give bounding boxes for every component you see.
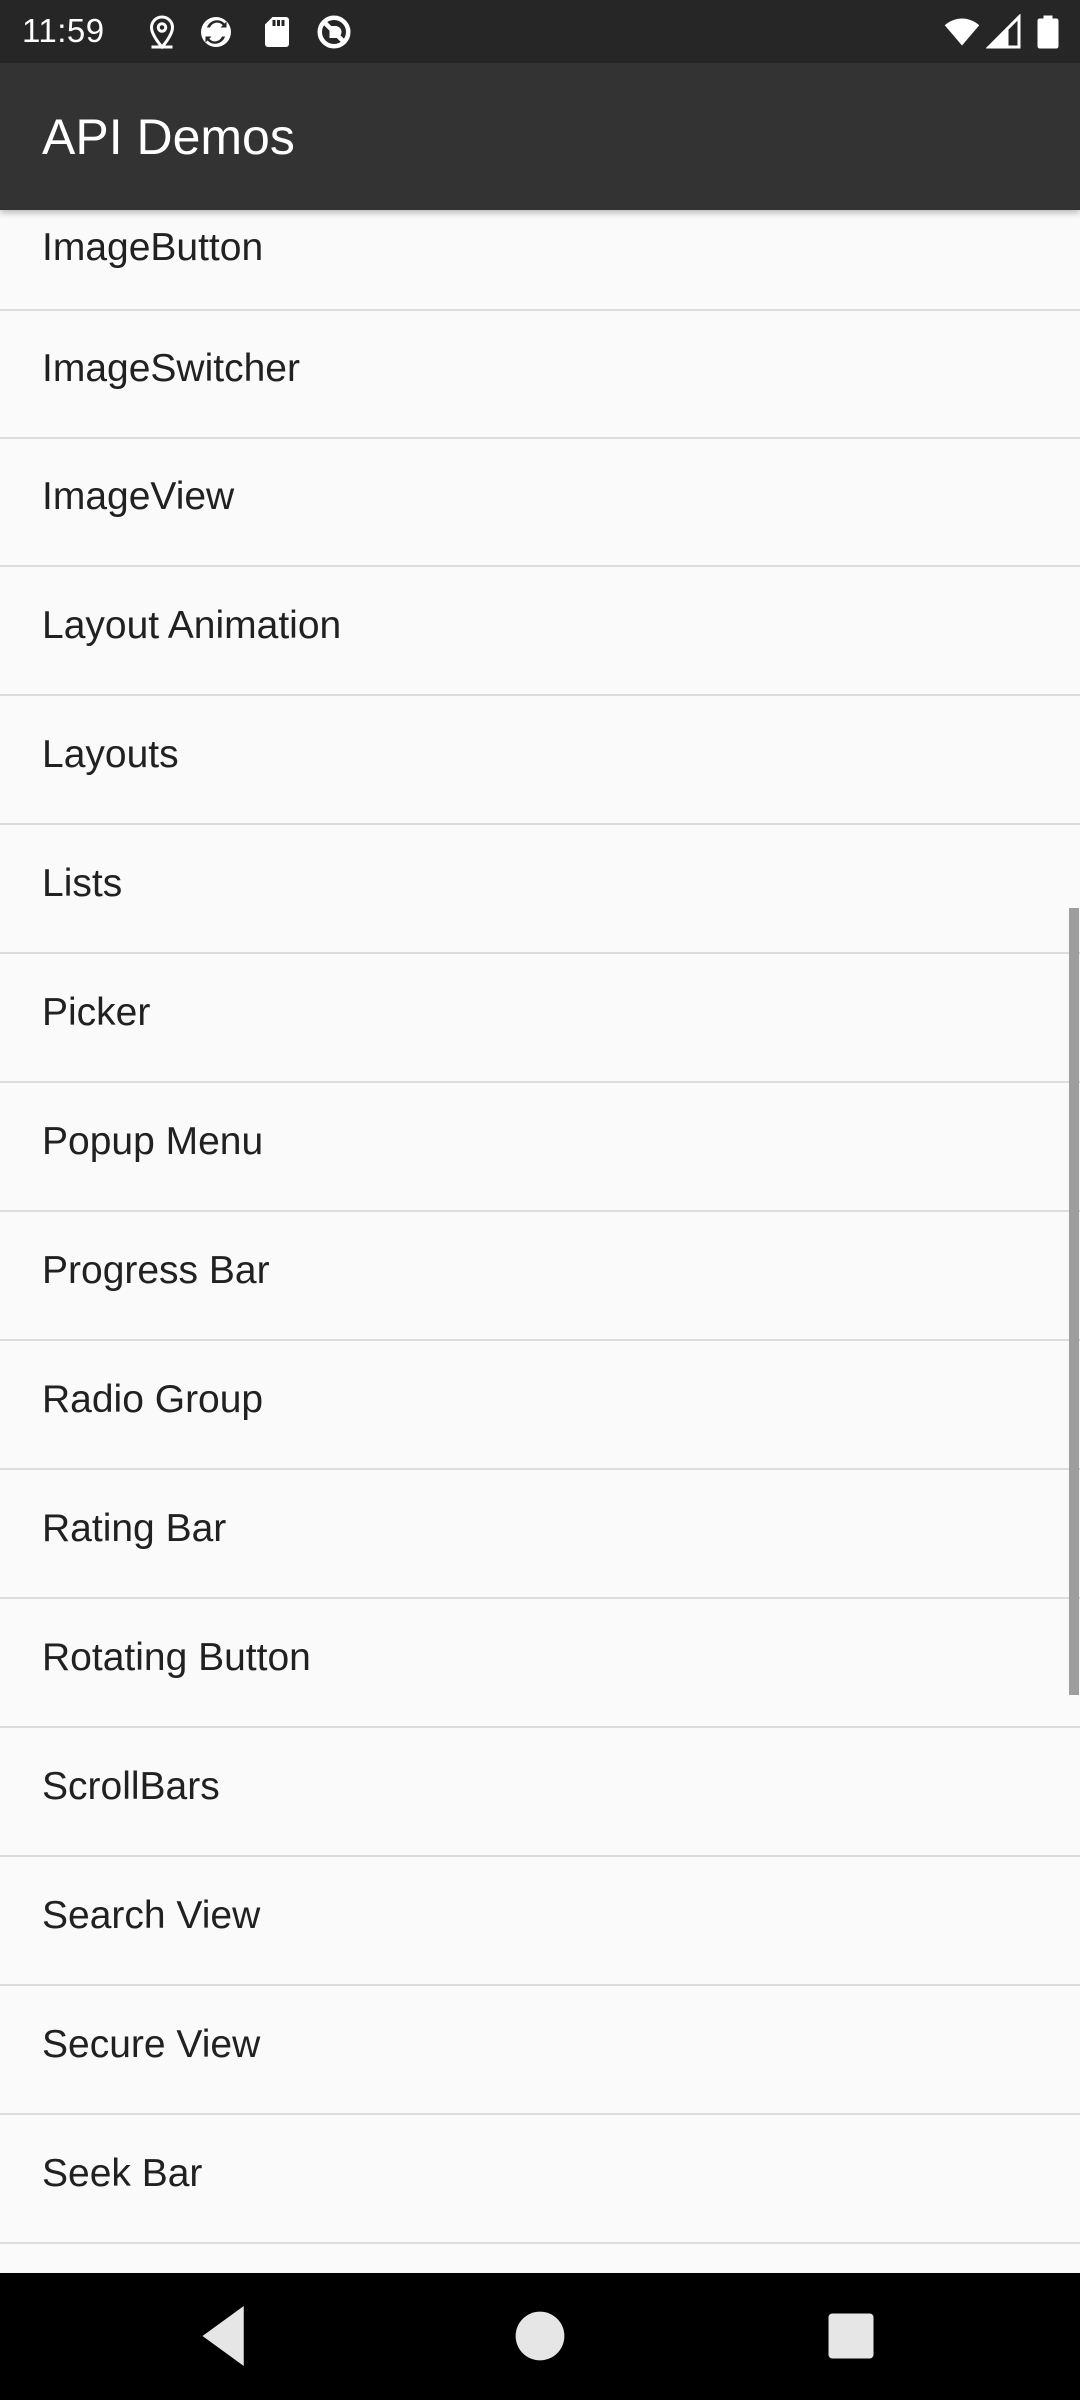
recents-icon[interactable] <box>806 2291 896 2381</box>
wifi-icon <box>944 18 980 46</box>
signal-icon <box>986 14 1021 49</box>
demo-list[interactable]: ImageButton ImageSwitcher ImageView Layo… <box>0 210 1080 2273</box>
list-item-label: Lists <box>42 862 123 905</box>
list-item-imageswitcher[interactable]: ImageSwitcher <box>0 311 1080 439</box>
list-item-rotating-button[interactable]: Rotating Button <box>0 1600 1080 1728</box>
list-item-label: Popup Menu <box>42 1120 264 1163</box>
app-bar: API Demos <box>0 63 1080 210</box>
navigation-bar <box>0 2273 1080 2400</box>
list-item-seek-bar[interactable]: Seek Bar <box>0 2116 1080 2244</box>
back-icon[interactable] <box>180 2291 270 2381</box>
location-icon <box>149 15 175 50</box>
list-item-label: Rotating Button <box>42 1636 311 1679</box>
list-item-layouts[interactable]: Layouts <box>0 697 1080 825</box>
battery-icon <box>1037 15 1059 49</box>
list-item-label: ScrollBars <box>42 1765 220 1808</box>
list-item-radio-group[interactable]: Radio Group <box>0 1342 1080 1470</box>
list-item-picker[interactable]: Picker <box>0 955 1080 1083</box>
list-item-secure-view[interactable]: Secure View <box>0 1987 1080 2115</box>
list-item-imagebutton[interactable]: ImageButton <box>0 210 1080 311</box>
list-item-partial[interactable] <box>0 2245 1080 2273</box>
status-time: 11:59 <box>22 12 105 49</box>
list-item-popup-menu[interactable]: Popup Menu <box>0 1084 1080 1212</box>
sync-icon <box>201 17 231 47</box>
list-item-label: Radio Group <box>42 1378 264 1421</box>
list-item-label: ImageSwitcher <box>42 347 300 390</box>
list-item-progress-bar[interactable]: Progress Bar <box>0 1213 1080 1341</box>
status-bar: 11:59 <box>0 0 1080 63</box>
list-item-label: Rating Bar <box>42 1507 227 1550</box>
list-item-label: Seek Bar <box>42 2152 203 2195</box>
list-item-rating-bar[interactable]: Rating Bar <box>0 1471 1080 1599</box>
list-item-label: Search View <box>42 1894 261 1937</box>
list-item-search-view[interactable]: Search View <box>0 1858 1080 1986</box>
sd-card-icon <box>265 17 289 47</box>
list-item-label: ImageView <box>42 475 235 518</box>
list-item-imageview[interactable]: ImageView <box>0 439 1080 567</box>
list-item-scrollbars[interactable]: ScrollBars <box>0 1729 1080 1857</box>
list-item-label: Picker <box>42 991 151 1034</box>
list-item-lists[interactable]: Lists <box>0 826 1080 954</box>
list-item-label: Layout Animation <box>42 604 342 647</box>
home-icon[interactable] <box>495 2291 585 2381</box>
no-disturb-icon <box>317 15 351 49</box>
list-item-label: Progress Bar <box>42 1249 270 1292</box>
list-item-label: Secure View <box>42 2023 261 2066</box>
app-title: API Demos <box>42 109 295 165</box>
list-item-label: ImageButton <box>42 226 264 269</box>
list-item-label: Layouts <box>42 733 179 776</box>
scrollbar[interactable] <box>1069 908 1079 1695</box>
list-item-layout-animation[interactable]: Layout Animation <box>0 568 1080 696</box>
